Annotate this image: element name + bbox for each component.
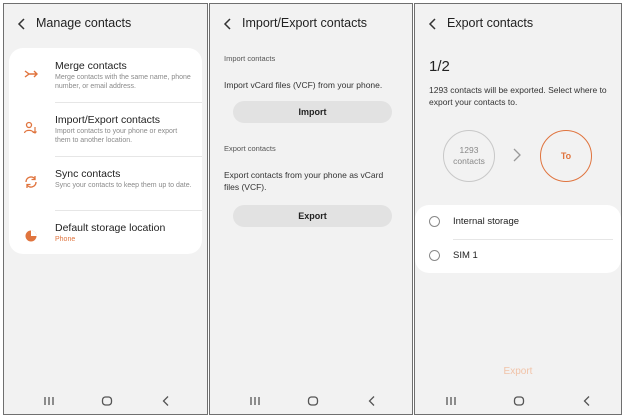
export-description: Export contacts from your phone as vCard… <box>224 170 384 192</box>
navigation-bar <box>210 388 412 414</box>
recents-button[interactable] <box>248 394 262 408</box>
contact-count: 1293 <box>459 145 479 155</box>
back-nav-icon <box>583 396 590 406</box>
page-title: Import/Export contacts <box>242 16 368 30</box>
export-description: 1293 contacts will be exported. Select w… <box>429 85 607 107</box>
page-title: Export contacts <box>447 16 534 30</box>
chevron-left-icon <box>223 18 231 30</box>
merge-contacts-item[interactable]: Merge contacts Merge contacts with the s… <box>9 48 202 102</box>
item-title: Merge contacts <box>55 60 127 72</box>
storage-options-card: Internal storage SIM 1 <box>415 205 621 273</box>
item-value: Phone <box>55 236 76 243</box>
import-section-header: Import contacts <box>224 54 276 63</box>
home-icon <box>513 396 525 406</box>
back-nav-icon <box>368 396 375 406</box>
item-title: Import/Export contacts <box>55 114 161 126</box>
default-storage-item[interactable]: Default storage location Phone <box>9 210 202 264</box>
option-label: Internal storage <box>453 216 520 227</box>
option-sim-1[interactable]: SIM 1 <box>415 239 621 273</box>
import-button[interactable]: Import <box>233 101 392 123</box>
import-description: Import vCard files (VCF) from your phone… <box>224 80 383 90</box>
sync-contacts-item[interactable]: Sync contacts Sync your contacts to keep… <box>9 156 202 210</box>
radio-button[interactable] <box>429 216 440 227</box>
import-export-contacts-item[interactable]: Import/Export contacts Import contacts t… <box>9 102 202 156</box>
home-button[interactable] <box>306 394 320 408</box>
export-button[interactable]: Export <box>233 205 392 227</box>
item-subtitle: Sync your contacts to keep them up to da… <box>55 182 192 189</box>
back-nav-button[interactable] <box>159 394 173 408</box>
contact-count-label: contacts <box>453 156 485 166</box>
item-title: Default storage location <box>55 222 166 234</box>
import-export-screen: Import/Export contacts Import contacts I… <box>209 3 413 415</box>
app-bar: Import/Export contacts <box>210 4 412 44</box>
option-internal-storage[interactable]: Internal storage <box>415 205 621 240</box>
radio-button[interactable] <box>429 250 440 261</box>
export-section-header: Export contacts <box>224 144 276 153</box>
home-icon <box>307 396 319 406</box>
source-contacts-circle: 1293 contacts <box>443 130 495 182</box>
back-button[interactable] <box>14 16 30 32</box>
item-subtitle: Import contacts to your phone or export … <box>55 128 178 144</box>
recents-icon <box>446 397 456 405</box>
back-button[interactable] <box>220 16 236 32</box>
storage-pie-icon <box>23 228 39 244</box>
item-title: Sync contacts <box>55 168 121 180</box>
page-title: Manage contacts <box>36 16 132 30</box>
sync-icon <box>23 174 39 190</box>
recents-button[interactable] <box>42 394 56 408</box>
app-bar: Export contacts <box>415 4 621 44</box>
back-button[interactable] <box>425 16 441 32</box>
home-icon <box>101 396 113 406</box>
chevron-right-icon <box>513 148 521 162</box>
chevron-left-icon <box>428 18 436 30</box>
recents-icon <box>250 397 260 405</box>
home-button[interactable] <box>512 394 526 408</box>
export-contacts-screen: Export contacts 1/2 1293 contacts will b… <box>414 3 622 415</box>
option-label: SIM 1 <box>453 250 478 261</box>
navigation-bar <box>415 388 621 414</box>
merge-icon <box>23 66 39 82</box>
export-button-disabled[interactable]: Export <box>415 366 621 377</box>
home-button[interactable] <box>100 394 114 408</box>
manage-contacts-screen: Manage contacts Merge contacts Merge con… <box>3 3 208 415</box>
app-bar: Manage contacts <box>4 4 207 44</box>
chevron-left-icon <box>17 18 25 30</box>
navigation-bar <box>4 388 207 414</box>
import-export-icon <box>23 120 39 136</box>
destination-circle: To <box>540 130 592 182</box>
settings-card: Merge contacts Merge contacts with the s… <box>9 48 202 254</box>
back-nav-button[interactable] <box>365 394 379 408</box>
back-nav-button[interactable] <box>580 394 594 408</box>
recents-icon <box>44 397 54 405</box>
item-subtitle: Merge contacts with the same name, phone… <box>55 74 191 90</box>
recents-button[interactable] <box>444 394 458 408</box>
step-indicator: 1/2 <box>429 58 450 75</box>
back-nav-icon <box>162 396 169 406</box>
